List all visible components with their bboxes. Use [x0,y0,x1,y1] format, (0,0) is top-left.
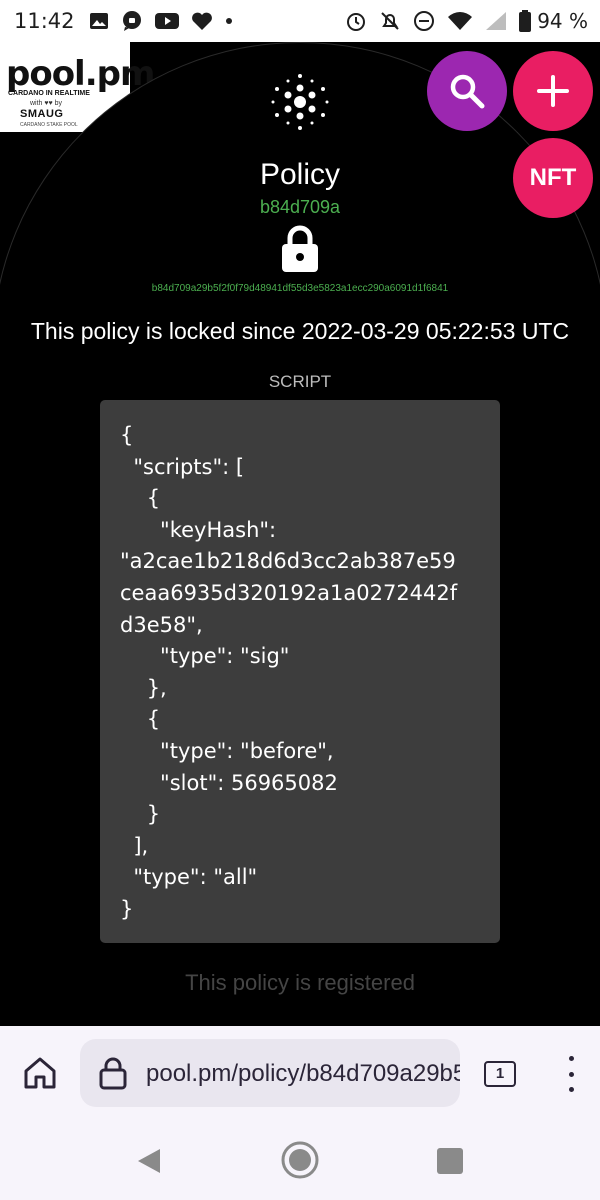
browser-home-button[interactable] [18,1053,62,1093]
logo-tagline: CARDANO IN REALTIME [8,90,90,97]
plus-icon [537,75,569,107]
dot-icon [225,17,233,25]
tab-count-button[interactable]: 1 [484,1061,516,1087]
nav-home-icon[interactable] [280,1140,320,1180]
menu-dot [568,1071,574,1077]
signal-icon [485,11,507,31]
battery-percent: 94 % [537,9,588,33]
logo-with: with ♥♥ by [30,100,63,107]
cardano-logo-icon [271,74,329,130]
system-nav-bar [0,1120,600,1200]
back-icon[interactable] [134,1146,164,1176]
page-title: Policy [259,158,341,191]
search-button[interactable] [427,51,507,131]
wifi-icon [447,11,473,31]
do-not-disturb-icon [413,10,435,32]
add-button[interactable] [513,51,593,131]
script-label: SCRIPT [268,372,332,391]
heart-icon [191,11,213,31]
status-time: 11:42 [14,9,75,33]
script-code: { "scripts": [ { "keyHash": "a2cae1b218d… [120,423,458,921]
home-icon [24,1057,56,1089]
search-icon [450,74,485,109]
policy-full-id: b84d709a29b5f2f0f79d48941df55d3e5823a1ec… [151,283,449,294]
battery-icon [519,10,532,32]
image-icon [89,12,109,30]
secure-lock-icon [99,1057,127,1090]
script-code-block: { "scripts": [ { "keyHash": "a2cae1b218d… [100,400,500,943]
logo-partner-sub: CARDANO STAKE POOL [20,122,78,128]
page-content: pool.pm CARDANO IN REALTIME with ♥♥ by S… [0,42,600,1026]
menu-dot [568,1056,574,1061]
url-bar[interactable]: pool.pm/policy/b84d709a29b5f2f0f79d48941… [80,1039,460,1107]
notifications-off-icon [379,10,401,32]
site-logo[interactable]: pool.pm [6,54,155,94]
overflow-menu-button[interactable] [559,1056,583,1092]
status-bar: 11:42 94 % [0,0,600,42]
url-text[interactable]: pool.pm/policy/b84d709a29b5f2f0f79d48941… [146,1060,460,1088]
registered-text: This policy is registered [185,970,415,995]
recent-apps-icon[interactable] [437,1148,463,1174]
youtube-icon [154,12,179,30]
lock-icon [282,225,318,272]
policy-short-id: b84d709a [259,197,341,217]
alarm-icon [345,10,367,32]
locked-since-text: This policy is locked since 2022-03-29 0… [30,318,570,344]
chat-bubble-icon [121,10,143,32]
menu-dot [568,1087,574,1092]
browser-toolbar: pool.pm/policy/b84d709a29b5f2f0f79d48941… [0,1026,600,1120]
logo-partner: SMAUG [20,108,64,120]
